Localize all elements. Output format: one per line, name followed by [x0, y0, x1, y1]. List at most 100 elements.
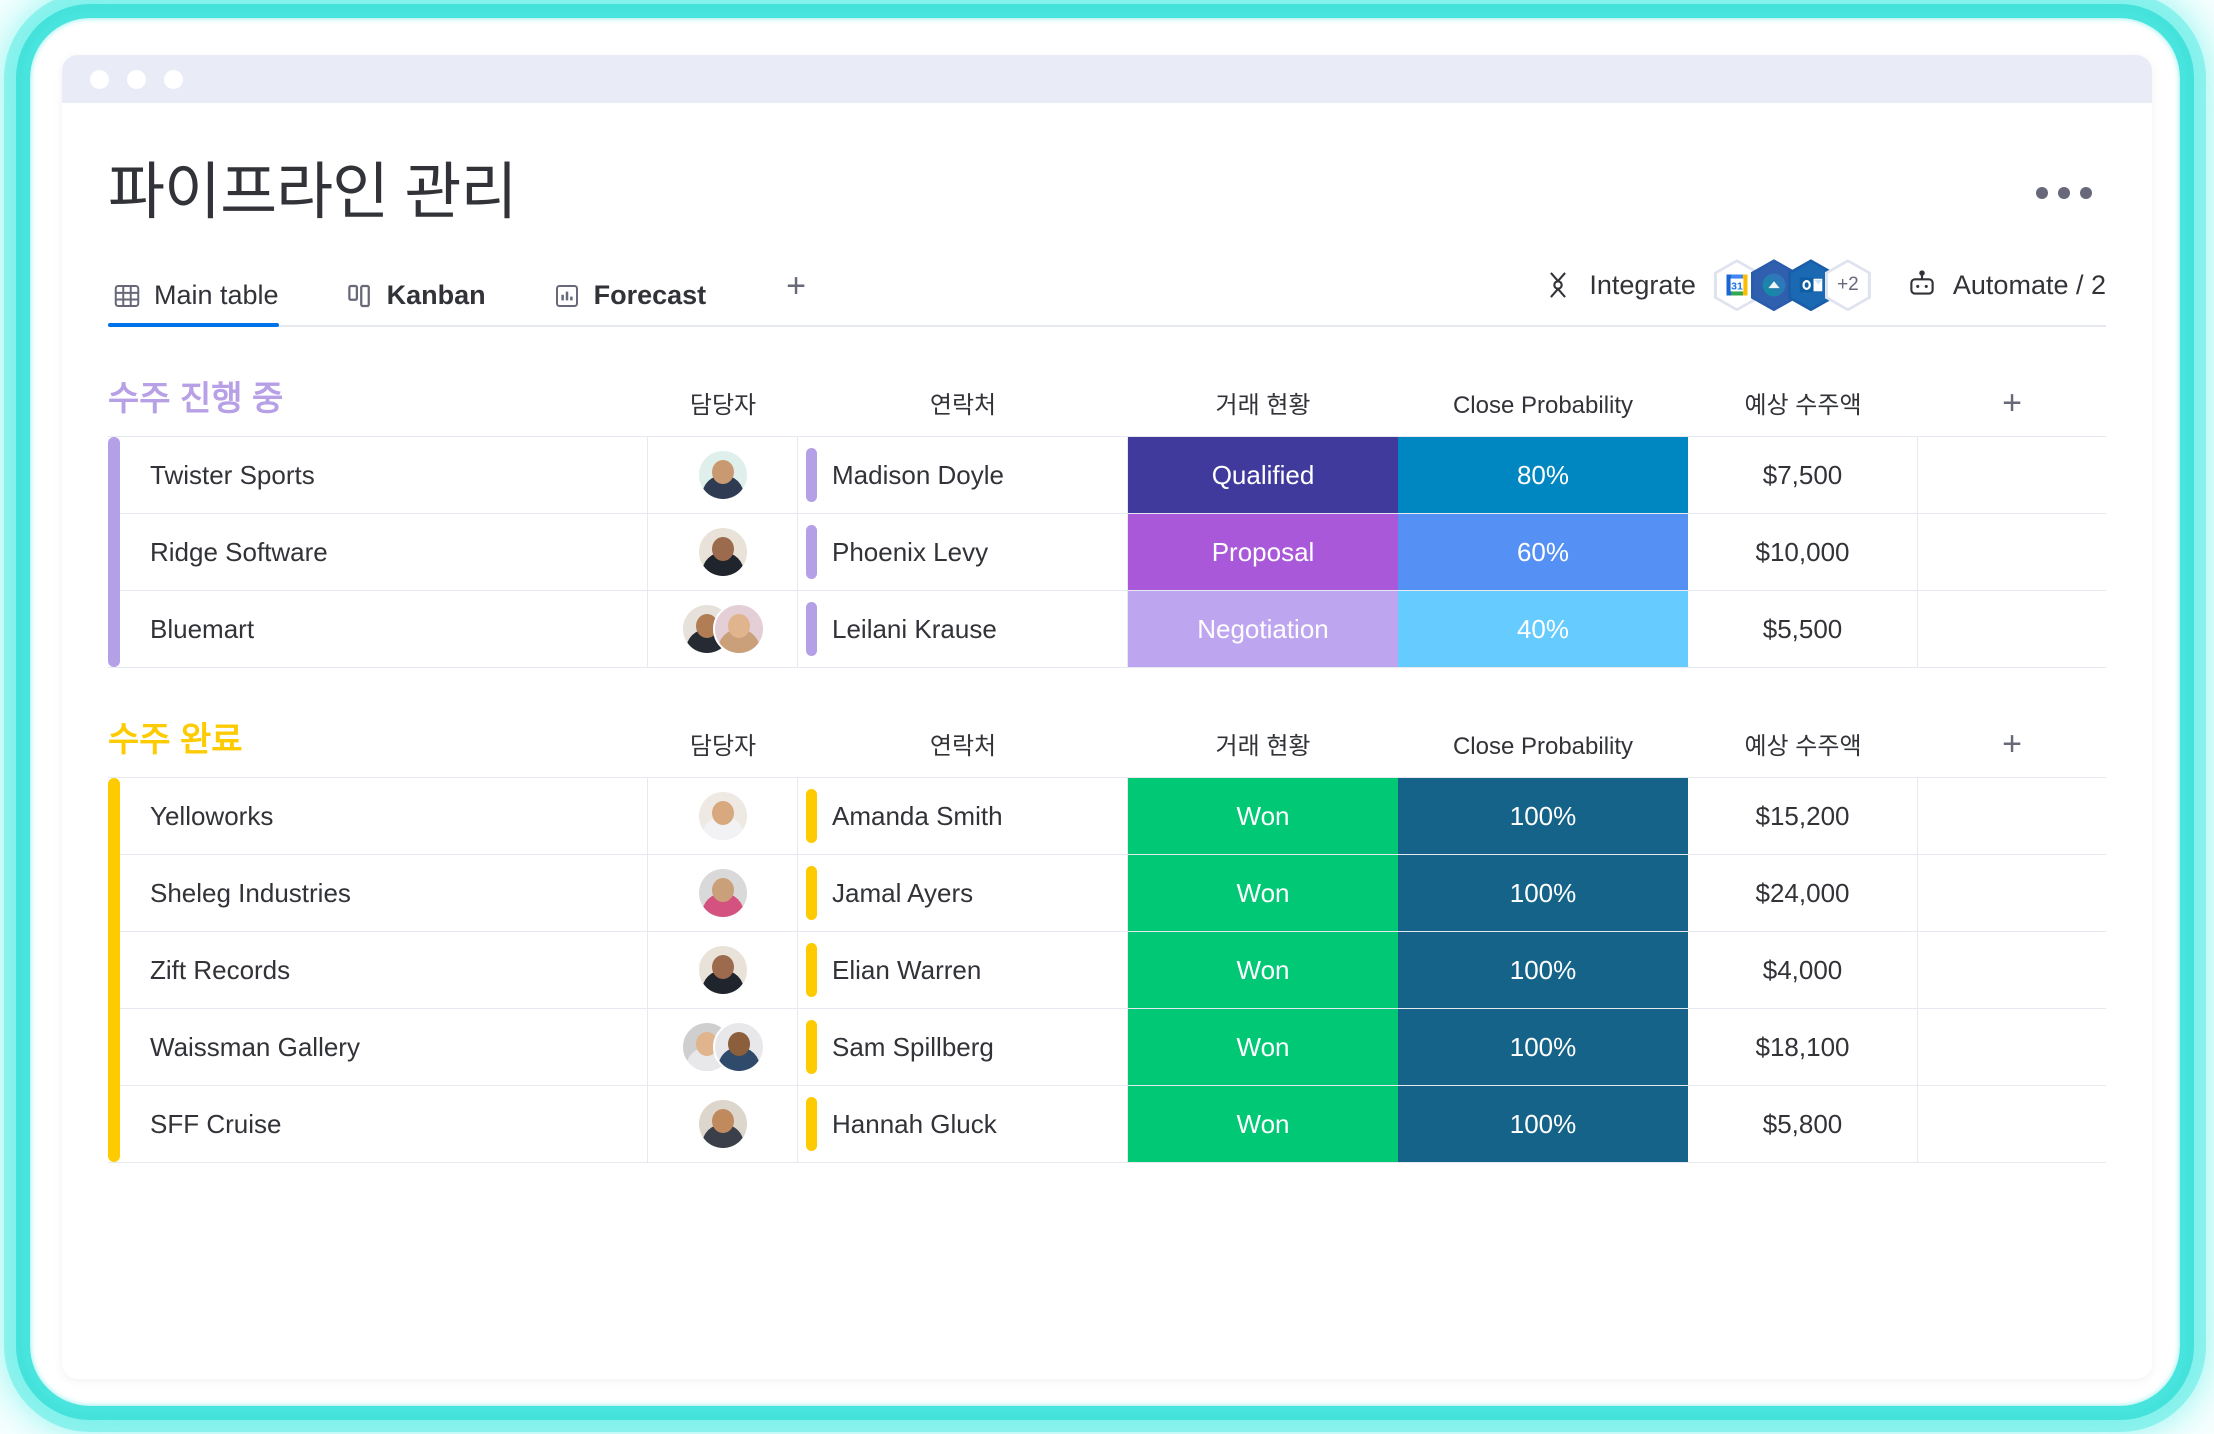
- avatar[interactable]: [696, 526, 749, 579]
- cell-item-name[interactable]: Zift Records: [108, 932, 648, 1009]
- column-header-status[interactable]: 거래 현황: [1128, 385, 1398, 420]
- cell-owner[interactable]: [648, 514, 798, 591]
- column-header-owner[interactable]: 담당자: [648, 385, 798, 420]
- cell-probability[interactable]: 100%: [1398, 1009, 1688, 1086]
- cell-status[interactable]: Negotiation: [1128, 591, 1398, 668]
- cell-empty: [1918, 591, 2106, 667]
- cell-item-name[interactable]: Ridge Software: [108, 514, 648, 591]
- avatar-group[interactable]: [696, 944, 749, 997]
- column-header-probability[interactable]: Close Probability: [1398, 392, 1688, 420]
- cell-amount[interactable]: $10,000: [1688, 514, 1918, 591]
- group-title-in-progress[interactable]: 수주 진행 중: [108, 371, 648, 420]
- cell-status[interactable]: Won: [1128, 932, 1398, 1009]
- avatar-group[interactable]: [696, 790, 749, 843]
- integrate-button[interactable]: Integrate 31 +2: [1541, 259, 1871, 312]
- cell-item-name[interactable]: Yelloworks: [108, 778, 648, 855]
- cell-item-name[interactable]: Twister Sports: [108, 437, 648, 514]
- column-header-owner[interactable]: 담당자: [648, 726, 798, 761]
- cell-contact[interactable]: Elian Warren: [798, 932, 1128, 1009]
- cell-status[interactable]: Proposal: [1128, 514, 1398, 591]
- avatar[interactable]: [696, 1098, 749, 1151]
- cell-probability[interactable]: 100%: [1398, 855, 1688, 932]
- table-row[interactable]: Zift Records Elian Warren Won 100% $4,00…: [108, 932, 2106, 1010]
- avatar[interactable]: [712, 1021, 765, 1074]
- avatar-group[interactable]: [696, 526, 749, 579]
- avatar-group[interactable]: [696, 867, 749, 920]
- cell-item-name[interactable]: Sheleg Industries: [108, 855, 648, 932]
- column-header-amount[interactable]: 예상 수주액: [1688, 726, 1918, 761]
- cell-status[interactable]: Won: [1128, 778, 1398, 855]
- cell-probability[interactable]: 100%: [1398, 1086, 1688, 1163]
- cell-owner[interactable]: [648, 1009, 798, 1086]
- add-view-button[interactable]: +: [768, 269, 824, 321]
- cell-contact[interactable]: Jamal Ayers: [798, 855, 1128, 932]
- column-header-amount[interactable]: 예상 수주액: [1688, 385, 1918, 420]
- column-header-contact[interactable]: 연락처: [798, 385, 1128, 420]
- cell-probability[interactable]: 60%: [1398, 514, 1688, 591]
- avatar[interactable]: [696, 790, 749, 843]
- cell-owner[interactable]: [648, 855, 798, 932]
- cell-contact[interactable]: Amanda Smith: [798, 778, 1128, 855]
- column-header-status[interactable]: 거래 현황: [1128, 726, 1398, 761]
- cell-contact[interactable]: Sam Spillberg: [798, 1009, 1128, 1086]
- add-column-button[interactable]: +: [1918, 727, 2106, 761]
- cell-status[interactable]: Won: [1128, 1009, 1398, 1086]
- cell-contact[interactable]: Phoenix Levy: [798, 514, 1128, 591]
- cell-item-name[interactable]: Bluemart: [108, 591, 648, 668]
- cell-contact[interactable]: Madison Doyle: [798, 437, 1128, 514]
- avatar-group[interactable]: [696, 449, 749, 502]
- cell-owner[interactable]: [648, 778, 798, 855]
- column-header-probability[interactable]: Close Probability: [1398, 733, 1688, 761]
- tab-kanban[interactable]: Kanban: [341, 265, 512, 325]
- table-row[interactable]: Sheleg Industries Jamal Ayers Won 100% $…: [108, 855, 2106, 933]
- cell-amount[interactable]: $18,100: [1688, 1009, 1918, 1086]
- cell-amount[interactable]: $5,800: [1688, 1086, 1918, 1163]
- cell-amount[interactable]: $5,500: [1688, 591, 1918, 668]
- cell-amount[interactable]: $15,200: [1688, 778, 1918, 855]
- table-row[interactable]: Waissman Gallery Sam Spillberg Won 100% …: [108, 1009, 2106, 1087]
- table-row[interactable]: Yelloworks Amanda Smith Won 100% $15,200: [108, 778, 2106, 856]
- avatar[interactable]: [696, 944, 749, 997]
- cell-status[interactable]: Qualified: [1128, 437, 1398, 514]
- cell-probability[interactable]: 80%: [1398, 437, 1688, 514]
- cell-status[interactable]: Won: [1128, 855, 1398, 932]
- cell-contact[interactable]: Hannah Gluck: [798, 1086, 1128, 1163]
- cell-item-name[interactable]: Waissman Gallery: [108, 1009, 648, 1086]
- window-dot-close[interactable]: [90, 69, 109, 89]
- cell-probability[interactable]: 100%: [1398, 932, 1688, 1009]
- cell-owner[interactable]: [648, 1086, 798, 1163]
- cell-owner[interactable]: [648, 932, 798, 1009]
- add-column-button[interactable]: +: [1918, 386, 2106, 420]
- table-row[interactable]: Twister Sports Madison Doyle Qualified 8…: [108, 437, 2106, 515]
- integration-app-stack[interactable]: 31 +2: [1713, 259, 1871, 312]
- avatar-group[interactable]: [680, 1021, 765, 1074]
- cell-probability[interactable]: 100%: [1398, 778, 1688, 855]
- column-header-contact[interactable]: 연락처: [798, 726, 1128, 761]
- tab-forecast[interactable]: Forecast: [548, 265, 733, 325]
- group-title-won[interactable]: 수주 완료: [108, 712, 648, 761]
- cell-amount[interactable]: $24,000: [1688, 855, 1918, 932]
- cell-owner[interactable]: [648, 591, 798, 668]
- avatar-group[interactable]: [680, 603, 765, 656]
- cell-probability[interactable]: 40%: [1398, 591, 1688, 668]
- avatar[interactable]: [696, 867, 749, 920]
- board-more-menu-button[interactable]: [2022, 177, 2106, 209]
- cell-item-name[interactable]: SFF Cruise: [108, 1086, 648, 1163]
- window-dot-minimize[interactable]: [127, 69, 146, 89]
- avatar[interactable]: [696, 449, 749, 502]
- table-row[interactable]: Ridge Software Phoenix Levy Proposal 60%…: [108, 514, 2106, 592]
- tab-main-table[interactable]: Main table: [108, 265, 305, 328]
- automate-button[interactable]: Automate / 2: [1905, 268, 2106, 302]
- integrate-icon: [1541, 268, 1575, 302]
- cell-contact[interactable]: Leilani Krause: [798, 591, 1128, 668]
- avatar[interactable]: [712, 603, 765, 656]
- table-row[interactable]: SFF Cruise Hannah Gluck Won 100% $5,800: [108, 1086, 2106, 1163]
- cell-amount[interactable]: $7,500: [1688, 437, 1918, 514]
- more-integrations-badge[interactable]: +2: [1824, 259, 1871, 312]
- cell-status[interactable]: Won: [1128, 1086, 1398, 1163]
- avatar-group[interactable]: [696, 1098, 749, 1151]
- cell-amount[interactable]: $4,000: [1688, 932, 1918, 1009]
- table-row[interactable]: Bluemart Leilani Krause Negotiation 40% …: [108, 591, 2106, 668]
- cell-owner[interactable]: [648, 437, 798, 514]
- window-dot-maximize[interactable]: [164, 69, 183, 89]
